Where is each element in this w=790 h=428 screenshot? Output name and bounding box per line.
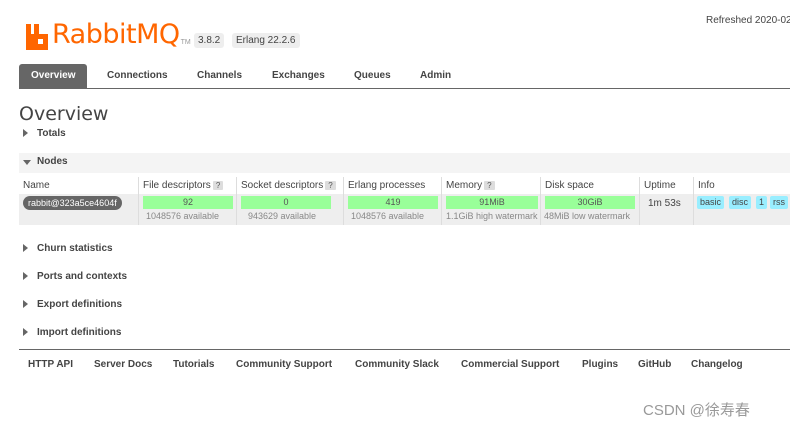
- cell-disk-space: 30GiB 48MiB low watermark: [541, 194, 640, 225]
- tab-exchanges[interactable]: Exchanges: [272, 64, 325, 88]
- file-descriptors-bar: 92: [143, 196, 233, 209]
- section-label: Ports and contexts: [37, 271, 128, 282]
- table-row: rabbit@323a5ce4604f 92 1048576 available…: [19, 194, 790, 225]
- cell-file-descriptors: 92 1048576 available: [139, 194, 237, 225]
- section-label: Export definitions: [37, 299, 122, 310]
- footer-link-changelog[interactable]: Changelog: [691, 359, 743, 370]
- version-badge: 3.8.2: [194, 33, 225, 48]
- footer: HTTP API Server Docs Tutorials Community…: [19, 349, 790, 380]
- table-header-row: Name File descriptors? Socket descriptor…: [19, 177, 790, 194]
- footer-link-tutorials[interactable]: Tutorials: [173, 359, 214, 370]
- footer-link-commercial-support[interactable]: Commercial Support: [461, 359, 559, 370]
- memory-bar: 91MiB: [446, 196, 538, 209]
- socket-descriptors-available: 943629 available: [248, 211, 317, 221]
- tab-queues[interactable]: Queues: [354, 64, 391, 88]
- col-socket-descriptors: Socket descriptors?: [237, 177, 344, 194]
- section-label: Import definitions: [37, 327, 122, 338]
- expand-arrow-icon: [23, 244, 28, 252]
- section-import-definitions[interactable]: Import definitions: [19, 324, 790, 344]
- cell-uptime: 1m 53s: [640, 194, 694, 225]
- disk-watermark: 48MiB low watermark: [544, 211, 631, 221]
- logo-text: RabbitMQ: [52, 19, 180, 50]
- section-label: Churn statistics: [37, 243, 113, 254]
- footer-link-community-support[interactable]: Community Support: [236, 359, 332, 370]
- info-tag-count: 1: [756, 196, 768, 209]
- file-descriptors-available: 1048576 available: [146, 211, 220, 221]
- section-nodes[interactable]: Nodes: [19, 153, 790, 173]
- logo-trademark: TM: [180, 39, 191, 46]
- col-label: File descriptors: [143, 180, 211, 191]
- col-file-descriptors: File descriptors?: [139, 177, 237, 194]
- col-uptime: Uptime: [640, 177, 694, 194]
- rabbitmq-logo-icon: [26, 24, 48, 50]
- col-disk-space: Disk space: [541, 177, 640, 194]
- cell-memory: 91MiB 1.1GiB high watermark: [442, 194, 541, 225]
- help-icon[interactable]: ?: [325, 181, 336, 190]
- footer-link-http-api[interactable]: HTTP API: [28, 359, 73, 370]
- collapse-arrow-icon: [23, 160, 31, 165]
- info-tag-disc: disc: [729, 196, 752, 209]
- help-icon[interactable]: ?: [484, 181, 495, 190]
- cell-info: basic disc 1 rss: [694, 194, 790, 225]
- main-tabs: Overview Connections Channels Exchanges …: [19, 64, 790, 89]
- col-label: Memory: [446, 180, 483, 191]
- footer-link-plugins[interactable]: Plugins: [582, 359, 618, 370]
- tab-overview[interactable]: Overview: [19, 64, 88, 88]
- socket-descriptors-bar: 0: [241, 196, 331, 209]
- node-name-link[interactable]: rabbit@323a5ce4604f: [23, 196, 122, 210]
- rabbitmq-logo[interactable]: RabbitMQ TM: [26, 16, 191, 50]
- footer-link-server-docs[interactable]: Server Docs: [94, 359, 152, 370]
- footer-link-github[interactable]: GitHub: [638, 359, 671, 370]
- erlang-processes-bar: 419: [348, 196, 438, 209]
- help-icon[interactable]: ?: [212, 181, 224, 190]
- info-tag-rss: rss: [770, 196, 788, 209]
- expand-arrow-icon: [23, 129, 28, 137]
- cell-erlang-processes: 419 1048576 available: [344, 194, 442, 225]
- info-tag-basic: basic: [697, 196, 725, 209]
- tab-connections[interactable]: Connections: [107, 64, 168, 88]
- section-totals[interactable]: Totals: [19, 125, 790, 145]
- erlang-version-badge: Erlang 22.2.6: [232, 33, 300, 48]
- footer-link-community-slack[interactable]: Community Slack: [355, 359, 439, 370]
- col-erlang-processes: Erlang processes: [344, 177, 442, 194]
- section-label: Nodes: [37, 156, 68, 167]
- col-memory: Memory?: [442, 177, 541, 194]
- erlang-processes-available: 1048576 available: [351, 211, 425, 221]
- cell-name: rabbit@323a5ce4604f: [19, 194, 139, 225]
- expand-arrow-icon: [23, 300, 28, 308]
- col-info: Info: [698, 180, 715, 191]
- tab-channels[interactable]: Channels: [197, 64, 242, 88]
- col-label: Socket descriptors: [241, 180, 324, 191]
- tab-admin[interactable]: Admin: [420, 64, 451, 88]
- refresh-status[interactable]: Refreshed 2020-02: [706, 15, 790, 26]
- watermark: CSDN @徐寿春: [643, 402, 750, 419]
- section-churn-statistics[interactable]: Churn statistics: [19, 240, 790, 260]
- section-export-definitions[interactable]: Export definitions: [19, 296, 790, 316]
- cell-socket-descriptors: 0 943629 available: [237, 194, 344, 225]
- disk-space-bar: 30GiB: [545, 196, 635, 209]
- memory-watermark: 1.1GiB high watermark: [446, 211, 538, 221]
- section-label: Totals: [37, 128, 66, 139]
- col-name: Name: [19, 177, 139, 194]
- page-title: Overview: [19, 103, 109, 125]
- uptime-value: 1m 53s: [648, 198, 681, 209]
- expand-arrow-icon: [23, 328, 28, 336]
- section-ports-and-contexts[interactable]: Ports and contexts: [19, 268, 790, 288]
- expand-arrow-icon: [23, 272, 28, 280]
- nodes-table: Name File descriptors? Socket descriptor…: [19, 177, 790, 225]
